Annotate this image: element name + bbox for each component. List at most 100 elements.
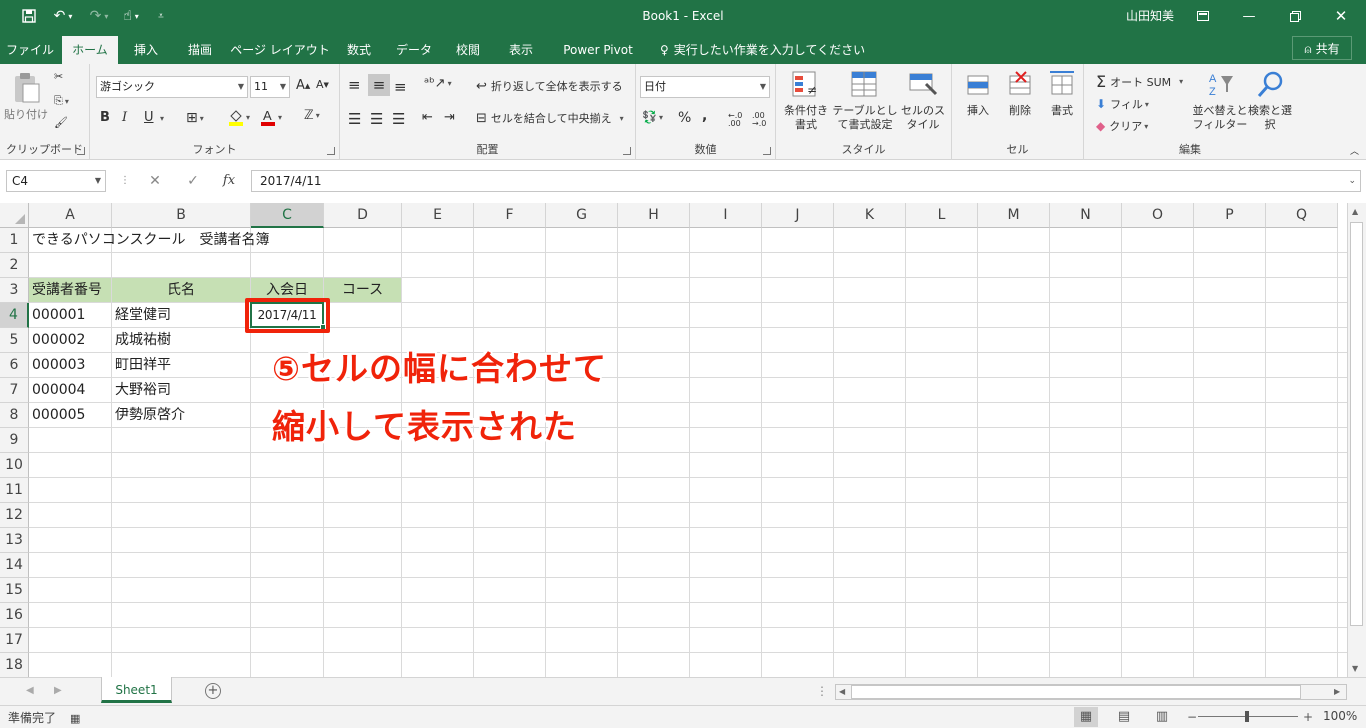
column-header-q[interactable]: Q (1266, 203, 1338, 228)
increase-decimal-icon[interactable]: ←.0.00 (728, 112, 742, 128)
cell-a1[interactable]: できるパソコンスクール 受講者名簿 (29, 228, 269, 252)
cell-a5[interactable]: 000002 (29, 328, 85, 352)
column-header-k[interactable]: K (834, 203, 906, 228)
row-header-6[interactable]: 6 (0, 353, 29, 378)
font-name-select[interactable]: 游ゴシック ▼ (96, 76, 248, 98)
row-header-14[interactable]: 14 (0, 553, 29, 578)
cell-b4[interactable]: 経堂健司 (112, 303, 171, 327)
name-box[interactable]: C4 ▼ (6, 170, 106, 192)
tab-split-handle-icon[interactable]: ⋮ (816, 684, 828, 698)
column-header-e[interactable]: E (402, 203, 474, 228)
column-header-a[interactable]: A (29, 203, 112, 228)
row-header-11[interactable]: 11 (0, 478, 29, 503)
tab-home[interactable]: ホーム (62, 36, 118, 64)
cell-styles-button[interactable]: セルのスタイル (898, 70, 948, 132)
column-header-p[interactable]: P (1194, 203, 1266, 228)
increase-indent-icon[interactable]: ⇥ (444, 110, 455, 125)
save-icon[interactable] (18, 6, 40, 26)
row-header-3[interactable]: 3 (0, 278, 29, 303)
tab-insert[interactable]: 挿入 (122, 36, 170, 64)
cell-b7[interactable]: 大野裕司 (112, 378, 171, 402)
scroll-left-icon[interactable]: ◀ (839, 687, 845, 696)
align-center-icon[interactable]: ☰ (370, 110, 383, 128)
row-header-9[interactable]: 9 (0, 428, 29, 453)
tab-file[interactable]: ファイル (0, 36, 60, 64)
cell-a8[interactable]: 000005 (29, 403, 85, 427)
decrease-indent-icon[interactable]: ⇤ (422, 110, 433, 125)
orientation-icon[interactable]: ᵃᵇ↗ ▾ (424, 76, 452, 91)
cell-b6[interactable]: 町田祥平 (112, 353, 171, 377)
scroll-right-icon[interactable]: ▶ (1334, 687, 1340, 696)
vertical-scroll-thumb[interactable] (1350, 222, 1363, 626)
row-header-15[interactable]: 15 (0, 578, 29, 603)
minimize-icon[interactable]: — (1226, 0, 1272, 32)
comma-icon[interactable]: , (702, 108, 707, 124)
tab-draw[interactable]: 描画 (176, 36, 224, 64)
row-header-10[interactable]: 10 (0, 453, 29, 478)
column-header-i[interactable]: I (690, 203, 762, 228)
alignment-launcher-icon[interactable] (623, 147, 631, 155)
column-header-l[interactable]: L (906, 203, 978, 228)
confirm-entry-icon[interactable]: ✓ (182, 170, 204, 192)
tab-view[interactable]: 表示 (498, 36, 544, 64)
align-right-icon[interactable]: ☰ (392, 110, 405, 128)
redo-icon[interactable]: ↷ ▾ (84, 6, 114, 26)
format-cells-button[interactable]: 書式 (1042, 70, 1082, 118)
column-header-j[interactable]: J (762, 203, 834, 228)
tab-power-pivot[interactable]: Power Pivot (552, 36, 644, 64)
cell-a6[interactable]: 000003 (29, 353, 85, 377)
user-name[interactable]: 山田知美 (1126, 0, 1174, 32)
column-header-n[interactable]: N (1050, 203, 1122, 228)
macro-record-icon[interactable]: ▦ (70, 712, 80, 725)
paste-button[interactable]: 貼り付け (4, 72, 48, 122)
bold-button[interactable]: B (100, 110, 110, 125)
cell-a4[interactable]: 000001 (29, 303, 85, 327)
align-top-icon[interactable]: ≡ (348, 76, 361, 94)
zoom-slider-thumb[interactable] (1245, 711, 1249, 722)
tab-data[interactable]: データ (388, 36, 440, 64)
align-middle-icon[interactable]: ≡ (368, 74, 390, 96)
cut-icon[interactable]: ✂ (54, 70, 63, 83)
find-select-button[interactable]: 検索と選択 (1248, 70, 1292, 132)
row-header-7[interactable]: 7 (0, 378, 29, 403)
collapse-ribbon-icon[interactable]: ︿ (1350, 144, 1359, 157)
normal-view-icon[interactable]: ▦ (1074, 707, 1098, 727)
font-shrink-icon[interactable]: A ▼ (316, 78, 329, 91)
sort-filter-button[interactable]: AZ 並べ替えとフィルター (1192, 70, 1248, 132)
zoom-out-icon[interactable]: − (1180, 707, 1204, 727)
column-header-d[interactable]: D (324, 203, 402, 228)
borders-icon[interactable]: ⊞ ▾ (186, 110, 204, 126)
number-launcher-icon[interactable] (763, 147, 771, 155)
row-header-2[interactable]: 2 (0, 253, 29, 278)
row-header-17[interactable]: 17 (0, 628, 29, 653)
zoom-in-icon[interactable]: + (1296, 707, 1320, 727)
cell-a7[interactable]: 000004 (29, 378, 85, 402)
scroll-up-icon[interactable]: ▲ (1352, 207, 1358, 216)
format-painter-icon[interactable]: 🖌 (54, 116, 68, 129)
column-header-m[interactable]: M (978, 203, 1050, 228)
undo-icon[interactable]: ↶ ▾ (48, 6, 78, 26)
align-bottom-icon[interactable]: ≡ (394, 78, 407, 96)
close-icon[interactable]: ✕ (1318, 0, 1364, 32)
italic-button[interactable]: I (122, 110, 127, 125)
touch-mode-icon[interactable]: ☝ ▾ (116, 6, 146, 26)
restore-icon[interactable] (1272, 0, 1318, 32)
column-header-b[interactable]: B (112, 203, 251, 228)
row-header-12[interactable]: 12 (0, 503, 29, 528)
add-sheet-icon[interactable]: + (205, 683, 221, 699)
underline-dropdown-icon[interactable]: ▾ (158, 114, 164, 123)
autosum-button[interactable]: Σ オート SUM ▾ (1096, 72, 1183, 91)
page-break-view-icon[interactable]: ▥ (1150, 707, 1174, 727)
tab-formulas[interactable]: 数式 (336, 36, 382, 64)
worksheet-grid[interactable]: ABCDEFGHIJKLMNOPQ 1 2 3 4 5 6 7 8 9 10 11 12 13 14 15 1… (0, 203, 1347, 677)
row-header-1[interactable]: 1 (0, 228, 29, 253)
phonetic-icon[interactable]: ℤ ▾ (304, 108, 320, 123)
column-header-o[interactable]: O (1122, 203, 1194, 228)
fill-button[interactable]: ⬇ フィル ▾ (1096, 96, 1149, 112)
zoom-level[interactable]: 100% (1323, 709, 1357, 723)
percent-icon[interactable]: % (678, 110, 691, 126)
cell-d3[interactable]: コース (324, 278, 401, 302)
row-header-4[interactable]: 4 (0, 303, 29, 328)
column-header-c[interactable]: C (251, 203, 324, 228)
row-header-8[interactable]: 8 (0, 403, 29, 428)
